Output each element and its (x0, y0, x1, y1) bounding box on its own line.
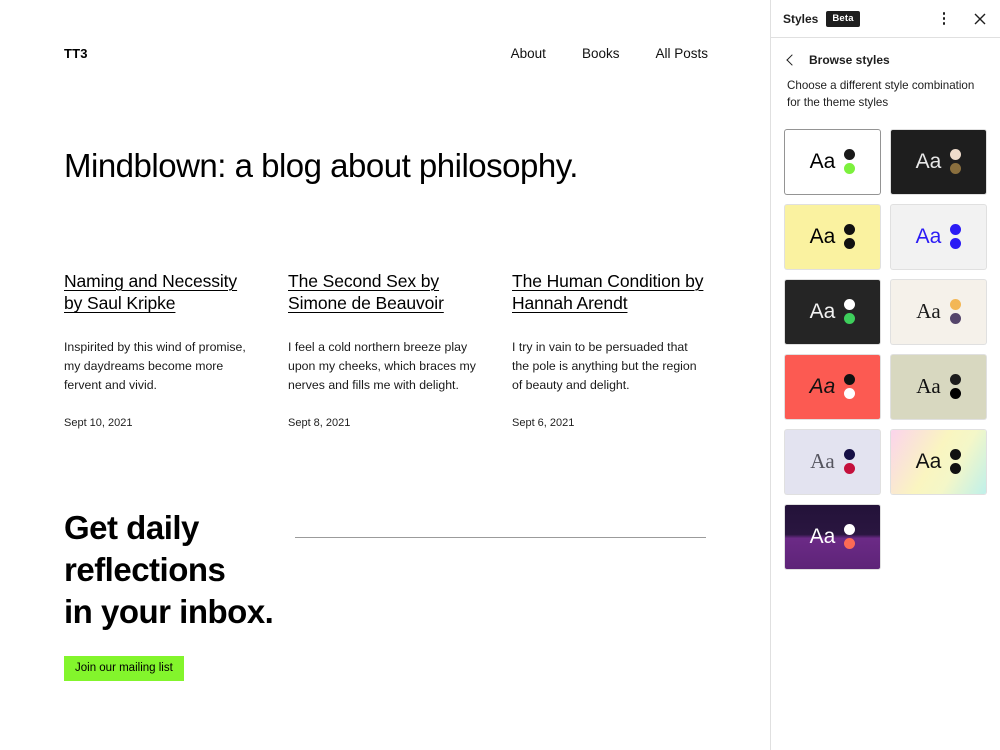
style-variation-card-dark-bronze[interactable]: Aa (891, 129, 986, 194)
style-variation-card-sage-serif[interactable]: Aa (891, 354, 986, 419)
browse-styles-back-button[interactable]: Browse styles (771, 38, 1000, 76)
newsletter-section: Get daily reflections in your inbox. (0, 429, 770, 634)
nav-link-about[interactable]: About (511, 46, 546, 61)
horizontal-rule (295, 536, 706, 538)
style-sample-text: Aa (809, 375, 836, 399)
join-mailing-list-button[interactable]: Join our mailing list (64, 655, 184, 681)
palette-dot (844, 538, 856, 550)
browse-styles-label: Browse styles (809, 53, 890, 67)
style-variation-card-lavender-serif[interactable]: Aa (785, 429, 880, 494)
palette-dot (949, 299, 961, 311)
palette-dot (949, 374, 961, 386)
palette-dot (844, 374, 856, 386)
post-excerpt: I try in vain to be persuaded that the p… (512, 339, 697, 392)
palette-dot (950, 163, 962, 175)
styles-sidebar: Styles Beta Browse styles Choose a diffe… (770, 0, 1000, 750)
nav-link-books[interactable]: Books (582, 46, 620, 61)
style-variation-card-purple-gradient[interactable]: Aa (785, 504, 880, 569)
style-variation-card-coral-italic[interactable]: Aa (785, 354, 880, 419)
list-item: The Second Sex by Simone de Beauvoir I f… (288, 270, 482, 429)
beta-badge: Beta (826, 10, 860, 27)
chevron-left-icon (783, 52, 799, 68)
palette-dot (844, 149, 856, 161)
style-sample-text: Aa (915, 150, 942, 174)
palette-dots (844, 299, 856, 325)
palette-dots (949, 299, 961, 325)
kebab-menu-icon[interactable] (930, 5, 958, 33)
panel-description: Choose a different style combination for… (787, 79, 975, 109)
style-variation-card-yellow[interactable]: Aa (785, 204, 880, 269)
palette-dot (843, 449, 855, 461)
newsletter-heading: Get daily reflections in your inbox. (64, 508, 274, 631)
style-sample-text: Aa (809, 150, 836, 174)
palette-dot (844, 388, 856, 400)
site-header: TT3 About Books All Posts (0, 0, 770, 61)
palette-dot (949, 388, 961, 400)
style-variation-card-cream-serif[interactable]: Aa (891, 279, 986, 344)
palette-dots (950, 149, 962, 175)
style-sample-text: Aa (809, 525, 836, 549)
style-variation-card-pastel-gradient[interactable]: Aa (891, 429, 986, 494)
post-excerpt: I feel a cold northern breeze play upon … (288, 339, 476, 392)
style-variation-grid: Aa Aa Aa Aa Aa Aa Aa Aa Aa Aa Aa (771, 112, 1000, 569)
sidebar-header: Styles Beta (771, 0, 1000, 38)
style-sample-text: Aa (916, 299, 941, 324)
site-title[interactable]: TT3 (64, 46, 88, 61)
style-sample-text: Aa (810, 449, 835, 474)
kebab-dot (942, 12, 946, 15)
palette-dots (950, 449, 962, 475)
style-variation-card-dark-green[interactable]: Aa (785, 279, 880, 344)
hero-heading: Mindblown: a blog about philosophy. (64, 147, 578, 184)
palette-dot (949, 313, 961, 325)
newsletter-button-wrap: Join our mailing list (0, 634, 770, 681)
palette-dots (844, 224, 856, 250)
post-excerpt: Inspirited by this wind of promise, my d… (64, 339, 246, 392)
palette-dot (844, 313, 856, 325)
palette-dot (950, 224, 962, 236)
style-sample-text: Aa (915, 450, 942, 474)
post-date: Sept 6, 2021 (512, 416, 575, 429)
kebab-dot (942, 22, 946, 25)
palette-dot (844, 524, 856, 536)
panel-title: Styles (783, 11, 819, 26)
close-icon[interactable] (966, 5, 994, 33)
palette-dot (844, 163, 856, 175)
style-sample-text: Aa (809, 225, 836, 249)
palette-dot (844, 224, 856, 236)
post-list: Naming and Necessity by Saul Kripke Insp… (0, 185, 770, 429)
palette-dots (844, 374, 856, 400)
style-variation-card-default[interactable]: Aa (785, 129, 880, 194)
site-preview-canvas: TT3 About Books All Posts Mindblown: a b… (0, 0, 770, 750)
palette-dot (950, 463, 962, 475)
nav-link-all-posts[interactable]: All Posts (655, 46, 708, 61)
post-date: Sept 10, 2021 (64, 416, 133, 429)
post-title-link[interactable]: The Human Condition by Hannah Arendt (512, 271, 703, 313)
palette-dots (844, 149, 856, 175)
palette-dot (843, 463, 855, 475)
style-variation-card-light-blue-ink[interactable]: Aa (891, 204, 986, 269)
editor-root: TT3 About Books All Posts Mindblown: a b… (0, 0, 1000, 750)
style-sample-text: Aa (916, 374, 941, 399)
palette-dots (844, 524, 856, 550)
palette-dot (950, 449, 962, 461)
palette-dots (949, 374, 961, 400)
palette-dot (844, 299, 856, 311)
style-sample-text: Aa (809, 300, 836, 324)
palette-dot (950, 149, 962, 161)
post-title-link[interactable]: The Second Sex by Simone de Beauvoir (288, 271, 444, 313)
post-title-link[interactable]: Naming and Necessity by Saul Kripke (64, 271, 237, 313)
list-item: Naming and Necessity by Saul Kripke Insp… (64, 270, 258, 429)
list-item: The Human Condition by Hannah Arendt I t… (512, 270, 706, 429)
palette-dot (950, 238, 962, 250)
palette-dot (844, 238, 856, 250)
kebab-dot (942, 17, 946, 20)
style-sample-text: Aa (915, 225, 942, 249)
palette-dots (950, 224, 962, 250)
kebab-glyph (942, 12, 946, 25)
post-date: Sept 8, 2021 (288, 416, 351, 429)
site-navigation: About Books All Posts (511, 46, 708, 61)
palette-dots (843, 449, 855, 475)
